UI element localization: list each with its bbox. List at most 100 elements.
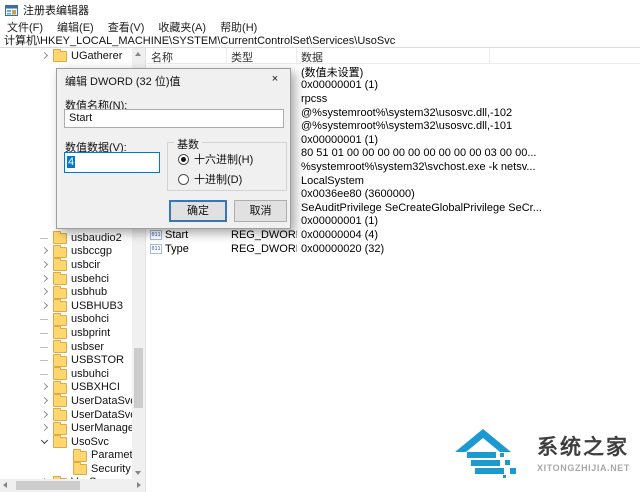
tree-item-label: Security [91,463,131,475]
tree-item-usbuhci[interactable]: usbuhci [0,367,132,381]
value-data: 0x00000020 (32) [297,243,640,255]
expand-icon[interactable] [40,423,50,433]
address-bar[interactable]: 计算机\HKEY_LOCAL_MACHINE\SYSTEM\CurrentCon… [0,34,640,48]
expand-icon[interactable] [40,382,50,392]
menu-file[interactable]: 文件(F) [0,19,50,35]
value-data: 0x00000001 (1) [297,134,640,146]
edit-dword-dialog: 编辑 DWORD (32 位)值 × 数值名称(N): Start 数值数据(V… [56,68,291,229]
expand-icon[interactable] [40,287,50,297]
tree-item-Parameter[interactable]: Parameter [0,449,132,463]
close-icon[interactable]: × [260,69,290,89]
registry-value-row[interactable]: 011TypeREG_DWORD0x00000020 (32) [147,242,640,256]
menu-edit[interactable]: 编辑(E) [50,19,101,35]
scroll-up-arrow[interactable] [132,48,145,61]
cancel-button[interactable]: 取消 [234,200,287,222]
base-group-label: 基数 [174,136,202,152]
tree-item-UserDataSvc_[interactable]: UserDataSvc_ [0,408,132,422]
radio-selected-icon[interactable] [178,154,189,165]
tree-item-usbccgp[interactable]: usbccgp [0,245,132,259]
scroll-down-arrow[interactable] [132,466,145,479]
tree-item-usbser[interactable]: usbser [0,340,132,354]
tree-item-UserManage[interactable]: UserManage [0,421,132,435]
collapse-icon[interactable] [40,437,50,447]
folder-icon [53,247,67,258]
scroll-right-arrow[interactable] [132,479,145,492]
menu-favorites[interactable]: 收藏夹(A) [151,19,213,35]
folder-icon [53,383,67,394]
tree-item-usbcir[interactable]: usbcir [0,258,132,272]
value-data: 0x00000001 (1) [297,79,640,91]
tree-item-usbhub[interactable]: usbhub [0,285,132,299]
value-data: 0x00000001 (1) [297,215,640,227]
tree-item-label: usbaudio2 [71,232,122,244]
tree-item-usbohci[interactable]: usbohci [0,313,132,327]
expand-icon[interactable] [40,274,50,284]
folder-icon [53,424,67,435]
folder-icon [53,342,67,353]
expand-icon[interactable] [40,410,50,420]
tree-item-USBXHCI[interactable]: USBXHCI [0,381,132,395]
value-name: Start [165,229,188,241]
tree-item-label: usbprint [71,327,110,339]
scroll-left-arrow[interactable] [0,479,13,492]
menu-help[interactable]: 帮助(H) [213,19,264,35]
folder-icon [53,328,67,339]
watermark-subtitle: XITONGZHIJIA.NET [537,463,630,473]
column-header-name[interactable]: 名称 [147,48,227,63]
ok-button[interactable]: 确定 [169,200,227,222]
tree-item-usbaudio2[interactable]: usbaudio2 [0,231,132,245]
title-bar: 注册表编辑器 [0,0,640,20]
menu-view[interactable]: 查看(V) [101,19,152,35]
value-name-cell: 011Type [147,243,227,255]
tree-item-UserDataSvc[interactable]: UserDataSvc [0,394,132,408]
radio-decimal[interactable]: 十进制(D) [178,171,242,187]
tree-items: usbaudio2usbccgpusbcirusbehciusbhubUSBHU… [0,231,132,489]
tree-item-Security[interactable]: Security [0,462,132,476]
folder-icon [53,356,67,367]
tree-item-UsoSvc[interactable]: UsoSvc [0,435,132,449]
value-name-input[interactable]: Start [64,109,284,128]
column-header-type[interactable]: 类型 [227,48,297,63]
reg-dword-icon: 011 [150,244,162,254]
value-name: Type [165,243,189,255]
list-header: 名称 类型 数据 [147,48,640,64]
value-type: REG_DWORD [227,243,297,255]
value-data: SeAuditPrivilege SeCreateGlobalPrivilege… [297,202,640,214]
menu-bar: 文件(F) 编辑(E) 查看(V) 收藏夹(A) 帮助(H) [0,20,640,34]
tree-item-usbprint[interactable]: usbprint [0,326,132,340]
expand-icon[interactable] [40,396,50,406]
value-type: REG_DWORD [227,229,297,241]
tree-item-UGatherer[interactable]: UGatherer [0,49,132,63]
tree-stub-icon [40,314,50,324]
tree-item-usbehci[interactable]: usbehci [0,272,132,286]
tree-item-label: UsoSvc [71,436,109,448]
radio-unselected-icon[interactable] [178,174,189,185]
registry-editor-icon [5,4,18,17]
registry-value-row[interactable]: 011StartREG_DWORD0x00000004 (4) [147,228,640,242]
column-header-data[interactable]: 数据 [297,48,490,63]
tree-item-label: UGatherer [71,50,122,62]
folder-icon [53,369,67,380]
vertical-scroll-thumb[interactable] [134,348,143,408]
expand-icon[interactable] [40,246,50,256]
folder-icon [53,51,67,62]
folder-icon [53,315,67,326]
tree-horizontal-scrollbar[interactable] [0,479,145,492]
tree-item-label: UserManage [71,422,132,434]
tree-item-USBHUB3[interactable]: USBHUB3 [0,299,132,313]
dialog-title-bar[interactable]: 编辑 DWORD (32 位)值 × [57,69,290,90]
value-data-input[interactable]: 4 [64,152,160,173]
expand-icon[interactable] [40,51,50,61]
tree-item-label: UserDataSvc [71,395,132,407]
radio-hexadecimal[interactable]: 十六进制(H) [178,151,253,167]
expand-icon[interactable] [40,301,50,311]
tree-stub-icon [60,464,70,474]
expand-icon[interactable] [40,260,50,270]
value-data: (数值未设置) [297,64,640,80]
tree-item-USBSTOR[interactable]: USBSTOR [0,353,132,367]
value-name-cell: 011Start [147,229,227,241]
tree-item-label: UserDataSvc_ [71,409,132,421]
folder-icon [53,233,67,244]
horizontal-scroll-thumb[interactable] [16,481,80,490]
dialog-title: 编辑 DWORD (32 位)值 [65,73,181,89]
